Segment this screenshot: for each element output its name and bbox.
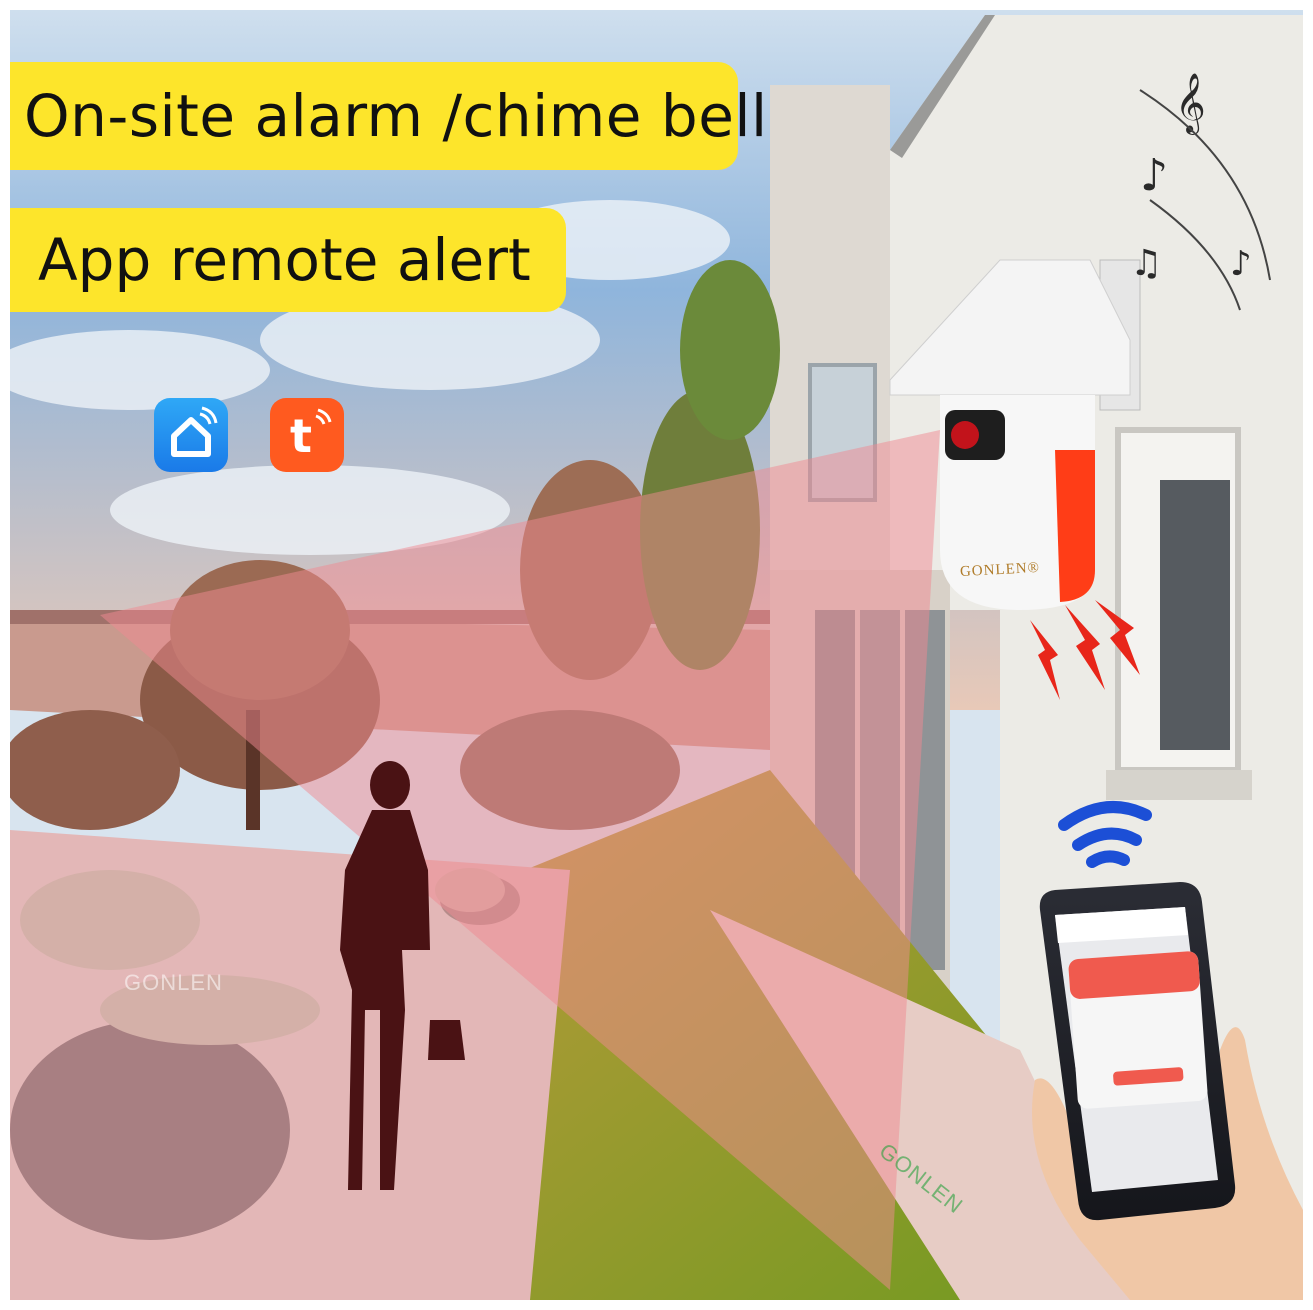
subheadline-banner: App remote alert [10,208,566,312]
subheadline-text: App remote alert [38,226,531,294]
smart-life-app-icon [154,398,228,472]
headline-text: On-site alarm /chime bell [24,82,768,150]
watermark: GONLEN [124,970,223,995]
tuya-app-icon: t [270,398,344,472]
svg-text:♪: ♪ [1140,150,1168,201]
product-image: 𝄞 ♪ ♫ ♪ On-site alarm /chime bell App re… [10,10,1303,1300]
svg-text:♫: ♫ [1130,243,1162,284]
svg-text:t: t [290,409,312,463]
scene-illustration: 𝄞 ♪ ♫ ♪ [10,10,1303,1300]
side-window-glass [1160,480,1230,750]
svg-text:𝄞: 𝄞 [1175,73,1206,135]
headline-banner: On-site alarm /chime bell [10,62,767,170]
svg-text:♪: ♪ [1230,244,1252,284]
